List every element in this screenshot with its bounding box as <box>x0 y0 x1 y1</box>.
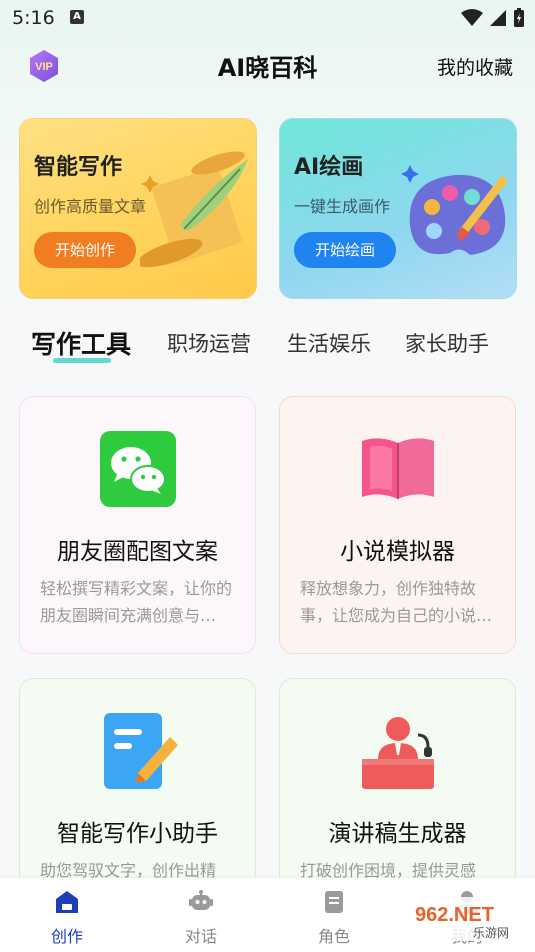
wechat-icon <box>100 431 176 507</box>
notification-icon: A <box>70 10 84 24</box>
scroll-quill-icon <box>140 151 248 268</box>
status-bar: 5:16 A <box>0 0 535 36</box>
signal-icon <box>490 10 506 26</box>
start-drawing-button[interactable]: 开始绘画 <box>294 232 396 268</box>
hero-card-writing[interactable]: 智能写作 创作高质量文章 开始创作 <box>19 118 257 299</box>
svg-text:乐游网: 乐游网 <box>473 926 509 940</box>
book-icon <box>362 438 434 499</box>
speaker-podium-icon <box>362 717 434 789</box>
battery-icon <box>514 8 524 27</box>
card-title: 小说模拟器 <box>340 539 455 565</box>
tool-card-writing-assistant[interactable]: 智能写作小助手 助您驾驭文字，创作出精 <box>19 678 256 888</box>
card-title: 智能写作小助手 <box>57 821 218 847</box>
hero-subtitle: 创作高质量文章 <box>34 197 147 216</box>
hero-card-drawing[interactable]: AI绘画 一键生成画作 开始绘画 <box>279 118 517 299</box>
tab-lifestyle[interactable]: 生活娱乐 <box>287 328 371 358</box>
favorites-link[interactable]: 我的收藏 <box>437 53 513 80</box>
svg-text:962.NET: 962.NET <box>415 904 494 926</box>
hero-subtitle: 一键生成画作 <box>294 197 391 216</box>
card-title: 演讲稿生成器 <box>328 821 467 847</box>
hero-title: AI绘画 <box>294 155 364 180</box>
tab-workplace[interactable]: 职场运营 <box>167 328 251 358</box>
tab-parent-assistant[interactable]: 家长助手 <box>405 328 489 358</box>
hero-title: 智能写作 <box>34 155 123 180</box>
tool-card-novel-simulator[interactable]: 小说模拟器 释放想象力，创作独特故事，让您成为自己的小说… <box>279 396 516 654</box>
wifi-icon <box>461 9 483 26</box>
nav-label: 角色 <box>317 927 350 946</box>
card-description: 释放想象力，创作独特故事，让您成为自己的小说… <box>300 579 493 625</box>
nav-label: 对话 <box>184 927 217 946</box>
nav-roles[interactable]: 角色 <box>299 888 369 947</box>
tab-writing-tools[interactable]: 写作工具 <box>31 325 131 361</box>
site-watermark-logo: 962.NET 乐游网 <box>407 897 529 941</box>
home-icon <box>56 891 78 913</box>
document-pen-icon <box>104 713 178 789</box>
tool-card-speech-generator[interactable]: 演讲稿生成器 打破创作困境，提供灵感 <box>279 678 516 888</box>
nav-create[interactable]: 创作 <box>32 888 102 947</box>
robot-icon <box>189 890 213 910</box>
category-tabs: 写作工具 职场运营 生活娱乐 家长助手 <box>0 320 535 370</box>
nav-label: 创作 <box>50 927 83 946</box>
tool-card-moments-caption[interactable]: 朋友圈配图文案 轻松撰写精彩文案，让你的朋友圈瞬间充满创意与… <box>19 396 256 654</box>
start-writing-button[interactable]: 开始创作 <box>34 232 136 268</box>
document-icon <box>325 891 343 913</box>
card-title: 朋友圈配图文案 <box>57 539 218 565</box>
card-description: 轻松撰写精彩文案，让你的朋友圈瞬间充满创意与… <box>40 579 233 625</box>
nav-chat[interactable]: 对话 <box>166 888 236 947</box>
status-time: 5:16 <box>12 7 55 29</box>
system-icons <box>461 8 525 28</box>
palette-brush-icon <box>401 165 508 255</box>
app-header: VIP AI晓百科 我的收藏 <box>0 40 535 92</box>
